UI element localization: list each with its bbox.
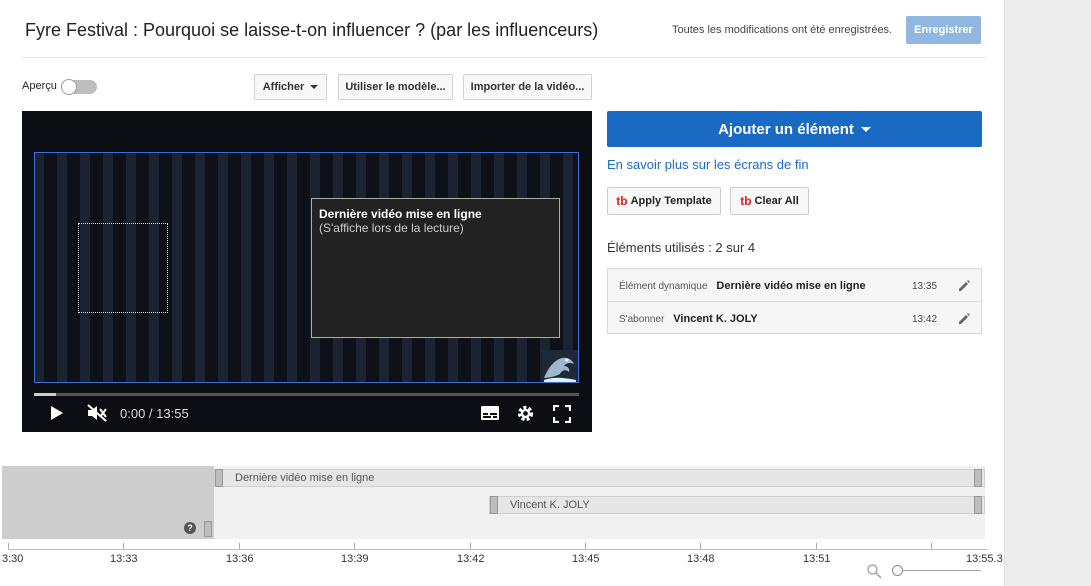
element-list-divider bbox=[608, 301, 981, 302]
track-start-handle[interactable] bbox=[215, 469, 223, 487]
element-type: Élément dynamique bbox=[619, 280, 708, 292]
help-icon[interactable]: ? bbox=[184, 522, 196, 534]
subscribe-element-box[interactable] bbox=[78, 223, 168, 313]
ruler-tick bbox=[700, 543, 701, 549]
show-button-label: Afficher bbox=[262, 81, 305, 93]
ruler-tick bbox=[816, 543, 817, 549]
ruler-tick bbox=[585, 543, 586, 549]
ruler-tick bbox=[354, 543, 355, 549]
add-element-label: Ajouter un élément bbox=[718, 120, 854, 138]
element-time: 13:42 bbox=[912, 313, 938, 325]
use-template-button[interactable]: Utiliser le modèle... bbox=[338, 74, 453, 100]
caret-down-icon bbox=[310, 85, 319, 89]
page-title: Fyre Festival : Pourquoi se laisse-t-on … bbox=[25, 20, 599, 40]
play-icon[interactable] bbox=[47, 404, 65, 422]
zoom-slider-knob[interactable] bbox=[892, 565, 903, 576]
track-label: Vincent K. JOLY bbox=[510, 499, 590, 511]
tubebuddy-logo-icon: tb bbox=[616, 194, 628, 208]
ruler-tick bbox=[931, 543, 932, 549]
timeline-inactive-region bbox=[2, 466, 214, 539]
ruler-tick-label: 13:55.3 bbox=[966, 553, 1003, 565]
track-end-handle[interactable] bbox=[974, 496, 982, 514]
timeline-ruler bbox=[8, 549, 987, 550]
save-button[interactable]: Enregistrer bbox=[906, 16, 981, 44]
fullscreen-icon[interactable] bbox=[553, 405, 571, 423]
settings-gear-icon[interactable] bbox=[516, 404, 535, 423]
ruler-tick bbox=[123, 543, 124, 549]
edit-pencil-icon[interactable] bbox=[957, 279, 971, 293]
learn-more-link[interactable]: En savoir plus sur les écrans de fin bbox=[607, 157, 809, 172]
preview-label: Aperçu bbox=[22, 80, 57, 92]
caret-down-icon bbox=[860, 126, 871, 132]
time-display: 0:00 / 13:55 bbox=[120, 406, 189, 421]
ruler-tick-label: 3:30 bbox=[2, 553, 24, 565]
zoom-slider-track[interactable] bbox=[893, 570, 981, 571]
apply-template-button[interactable]: tb Apply Template bbox=[607, 187, 721, 215]
vertical-scrollbar[interactable] bbox=[1004, 0, 1091, 586]
subtitles-icon[interactable] bbox=[480, 405, 500, 421]
apply-template-label: Apply Template bbox=[630, 195, 712, 207]
ruler-tick-label: 13:48 bbox=[687, 553, 715, 565]
edit-pencil-icon[interactable] bbox=[957, 312, 971, 326]
header-divider bbox=[22, 57, 986, 58]
ruler-tick bbox=[239, 543, 240, 549]
preview-toggle-knob[interactable] bbox=[61, 79, 77, 95]
ruler-tick-label: 13:36 bbox=[226, 553, 254, 565]
element-name: Vincent K. JOLY bbox=[673, 313, 758, 325]
element-row[interactable]: Élément dynamique Dernière vidéo mise en… bbox=[608, 270, 981, 302]
ruler-tick-label: 13:33 bbox=[110, 553, 138, 565]
track-label: Dernière vidéo mise en ligne bbox=[235, 472, 375, 484]
import-video-button[interactable]: Importer de la vidéo... bbox=[463, 74, 592, 100]
ruler-tick-label: 13:42 bbox=[457, 553, 485, 565]
timeline-left-handle[interactable] bbox=[204, 521, 212, 537]
elements-used-count: Éléments utilisés : 2 sur 4 bbox=[607, 240, 756, 255]
add-element-button[interactable]: Ajouter un élément bbox=[607, 111, 982, 147]
element-type: S'abonner bbox=[619, 313, 665, 325]
channel-watermark-icon bbox=[542, 350, 578, 382]
progress-bar[interactable] bbox=[34, 393, 579, 396]
show-dropdown-button[interactable]: Afficher bbox=[254, 74, 327, 100]
zoom-magnifier-icon bbox=[867, 564, 882, 579]
save-status: Toutes les modifications ont été enregis… bbox=[672, 24, 893, 36]
clear-all-label: Clear All bbox=[754, 195, 799, 207]
element-row[interactable]: S'abonner Vincent K. JOLY 13:42 bbox=[608, 303, 981, 335]
timeline-track-video-element[interactable]: Dernière vidéo mise en ligne bbox=[214, 469, 985, 487]
element-name: Dernière vidéo mise en ligne bbox=[716, 280, 866, 292]
timeline-track-subscribe[interactable]: Vincent K. JOLY bbox=[489, 496, 985, 514]
ruler-tick-label: 13:39 bbox=[341, 553, 369, 565]
ruler-tick-label: 13:51 bbox=[803, 553, 831, 565]
track-end-handle[interactable] bbox=[974, 469, 982, 487]
element-time: 13:35 bbox=[912, 280, 938, 292]
ruler-tick bbox=[470, 543, 471, 549]
progress-bar-played bbox=[34, 393, 56, 396]
ruler-tick-label: 13:45 bbox=[572, 553, 600, 565]
mute-icon[interactable] bbox=[86, 403, 108, 423]
track-start-handle[interactable] bbox=[490, 496, 498, 514]
video-element-title: Dernière vidéo mise en ligne bbox=[319, 207, 482, 221]
clear-all-button[interactable]: tb Clear All bbox=[730, 187, 809, 215]
ruler-tick bbox=[8, 543, 9, 549]
tubebuddy-logo-icon: tb bbox=[740, 194, 752, 208]
video-element-subtitle: (S'affiche lors de la lecture) bbox=[319, 221, 464, 235]
